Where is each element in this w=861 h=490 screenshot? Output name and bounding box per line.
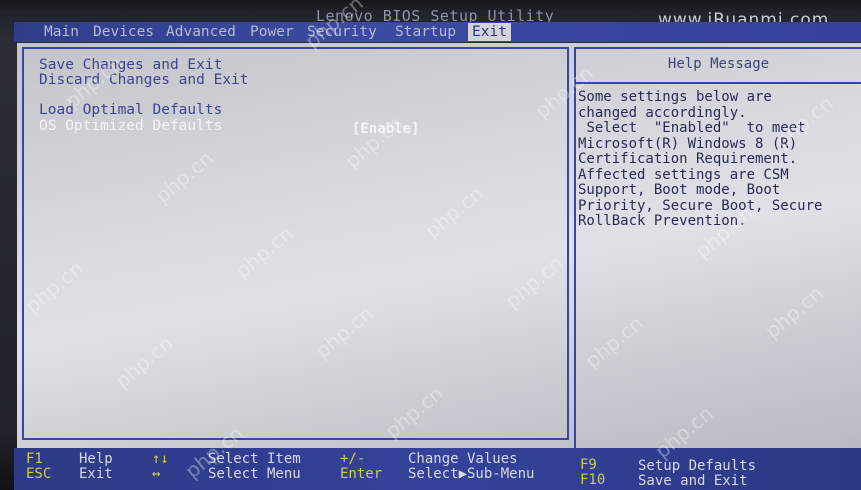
help-title: Help Message xyxy=(667,56,770,72)
key-updown-icon: ↑↓ xyxy=(152,451,169,467)
key-f9-desc: Setup Defaults xyxy=(638,458,757,474)
help-pane: Help Message Some settings below are cha… xyxy=(574,47,861,449)
bios-screen: Lenovo BIOS Setup Utility www.iRuanmi.co… xyxy=(0,0,861,490)
key-plusminus: +/- xyxy=(340,451,366,467)
tab-advanced[interactable]: Advanced xyxy=(162,23,240,41)
key-f1-desc: Help xyxy=(79,451,113,467)
tab-startup[interactable]: Startup xyxy=(391,23,460,41)
os-optimized-defaults-value[interactable]: [Enable] xyxy=(352,121,419,137)
option-save-changes-and-exit[interactable]: Save Changes and Exit xyxy=(39,57,222,73)
key-f10: F10 xyxy=(580,472,606,488)
main-panel: Save Changes and Exit Discard Changes an… xyxy=(17,43,861,449)
options-pane: Save Changes and Exit Discard Changes an… xyxy=(22,47,569,440)
key-enter: Enter xyxy=(340,466,383,482)
key-esc-desc: Exit xyxy=(79,466,113,482)
tab-main[interactable]: Main xyxy=(40,23,83,41)
footer-keys: F1 Help ESC Exit ↑↓ Select Item ↔ Select… xyxy=(14,448,861,490)
tab-power[interactable]: Power xyxy=(246,23,298,41)
key-esc: ESC xyxy=(26,466,52,482)
key-updown-desc: Select Item xyxy=(208,451,301,467)
key-f10-desc: Save and Exit xyxy=(638,473,748,489)
tab-devices[interactable]: Devices xyxy=(89,23,158,41)
option-discard-changes-and-exit[interactable]: Discard Changes and Exit xyxy=(39,72,249,88)
key-f9: F9 xyxy=(580,457,597,473)
key-plusminus-desc: Change Values xyxy=(408,451,518,467)
key-f1: F1 xyxy=(26,451,43,467)
tab-exit[interactable]: Exit xyxy=(468,23,511,41)
option-os-optimized-defaults[interactable]: OS Optimized Defaults xyxy=(39,118,222,134)
tab-security[interactable]: Security xyxy=(303,23,381,41)
menu-bar: Main Devices Advanced Power Security Sta… xyxy=(14,22,861,42)
option-load-optimal-defaults[interactable]: Load Optimal Defaults xyxy=(39,102,222,118)
help-divider xyxy=(576,82,861,84)
key-leftright-desc: Select Menu xyxy=(208,466,301,482)
help-text: Some settings below are changed accordin… xyxy=(578,89,823,229)
key-leftright-icon: ↔ xyxy=(152,466,161,482)
key-enter-desc: Select▶Sub-Menu xyxy=(408,466,535,482)
